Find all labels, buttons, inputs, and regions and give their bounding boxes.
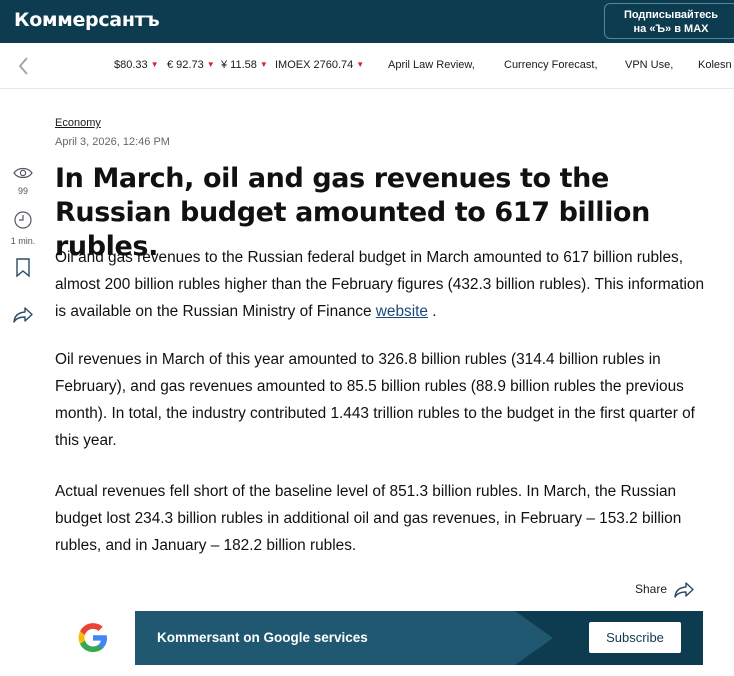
ticker-usd[interactable]: $80.33 ▼ — [114, 59, 159, 71]
read-time-label: 1 min. — [10, 236, 36, 246]
subscribe-max-line1: Подписывайтесь — [623, 9, 719, 21]
google-g-icon — [78, 623, 107, 652]
subscribe-max-button[interactable]: Подписывайтесь на «Ъ» в MAX — [604, 3, 734, 39]
ticker-cny-value: ¥ 11.58 — [221, 59, 257, 71]
bookmark-button[interactable] — [0, 258, 46, 283]
views-counter: 99 — [0, 166, 46, 196]
ticker-usd-value: $80.33 — [114, 59, 148, 71]
ticker-eur-value: € 92.73 — [167, 59, 204, 71]
google-services-banner: Kommersant on Google services Subscribe — [55, 611, 703, 665]
article-paragraph-2: Oil revenues in March of this year amoun… — [55, 351, 695, 449]
article-paragraph-3: Actual revenues fell short of the baseli… — [55, 483, 682, 554]
ticker-bar: $80.33 ▼ € 92.73 ▼ ¥ 11.58 ▼ IMOEX 2760.74 ▼… — [0, 43, 734, 89]
ticker-link-currency-forecast[interactable]: Currency Forecast, — [504, 59, 598, 71]
google-logo — [55, 611, 135, 665]
ticker-cny[interactable]: ¥ 11.58 ▼ — [221, 59, 268, 71]
subscribe-max-line2: на «Ъ» в MAX — [633, 23, 709, 35]
triangle-down-icon: ▼ — [206, 60, 215, 69]
rail-share-button[interactable] — [0, 306, 46, 329]
paragraph-1-end: . — [427, 303, 437, 320]
eye-icon — [13, 167, 33, 179]
ticker-eur[interactable]: € 92.73 ▼ — [167, 59, 215, 71]
ticker-link-vpn-use[interactable]: VPN Use, — [625, 59, 673, 71]
ticker-imoex-value: IMOEX 2760.74 — [275, 59, 354, 71]
article-date: April 3, 2026, 12:46 PM — [55, 136, 170, 148]
ministry-website-link[interactable]: website — [376, 303, 428, 320]
article-rubric-link[interactable]: Economy — [55, 117, 101, 129]
triangle-down-icon: ▼ — [356, 60, 365, 69]
ticker-imoex[interactable]: IMOEX 2760.74 ▼ — [275, 59, 364, 71]
chevron-left-icon[interactable] — [16, 55, 32, 77]
share-label[interactable]: Share — [635, 582, 667, 596]
article-paragraph-1: Oil and gas revenues to the Russian fede… — [55, 244, 705, 325]
triangle-down-icon: ▼ — [150, 60, 159, 69]
google-subscribe-button[interactable]: Subscribe — [589, 622, 681, 653]
site-header: Коммерсантъ Подписывайтесь на «Ъ» в MAX — [0, 0, 734, 43]
read-time: 1 min. — [0, 210, 46, 246]
google-banner-text: Kommersant on Google services — [157, 630, 368, 645]
ticker-link-kolesn[interactable]: Kolesn — [698, 59, 732, 71]
share-arrow-icon[interactable] — [673, 581, 695, 604]
site-logo[interactable]: Коммерсантъ — [14, 9, 160, 31]
ticker-link-law-review[interactable]: April Law Review, — [388, 59, 475, 71]
share-arrow-icon — [13, 307, 33, 323]
clock-icon — [14, 211, 32, 229]
views-count: 99 — [17, 186, 28, 196]
triangle-down-icon: ▼ — [259, 60, 268, 69]
bookmark-icon — [16, 258, 30, 278]
